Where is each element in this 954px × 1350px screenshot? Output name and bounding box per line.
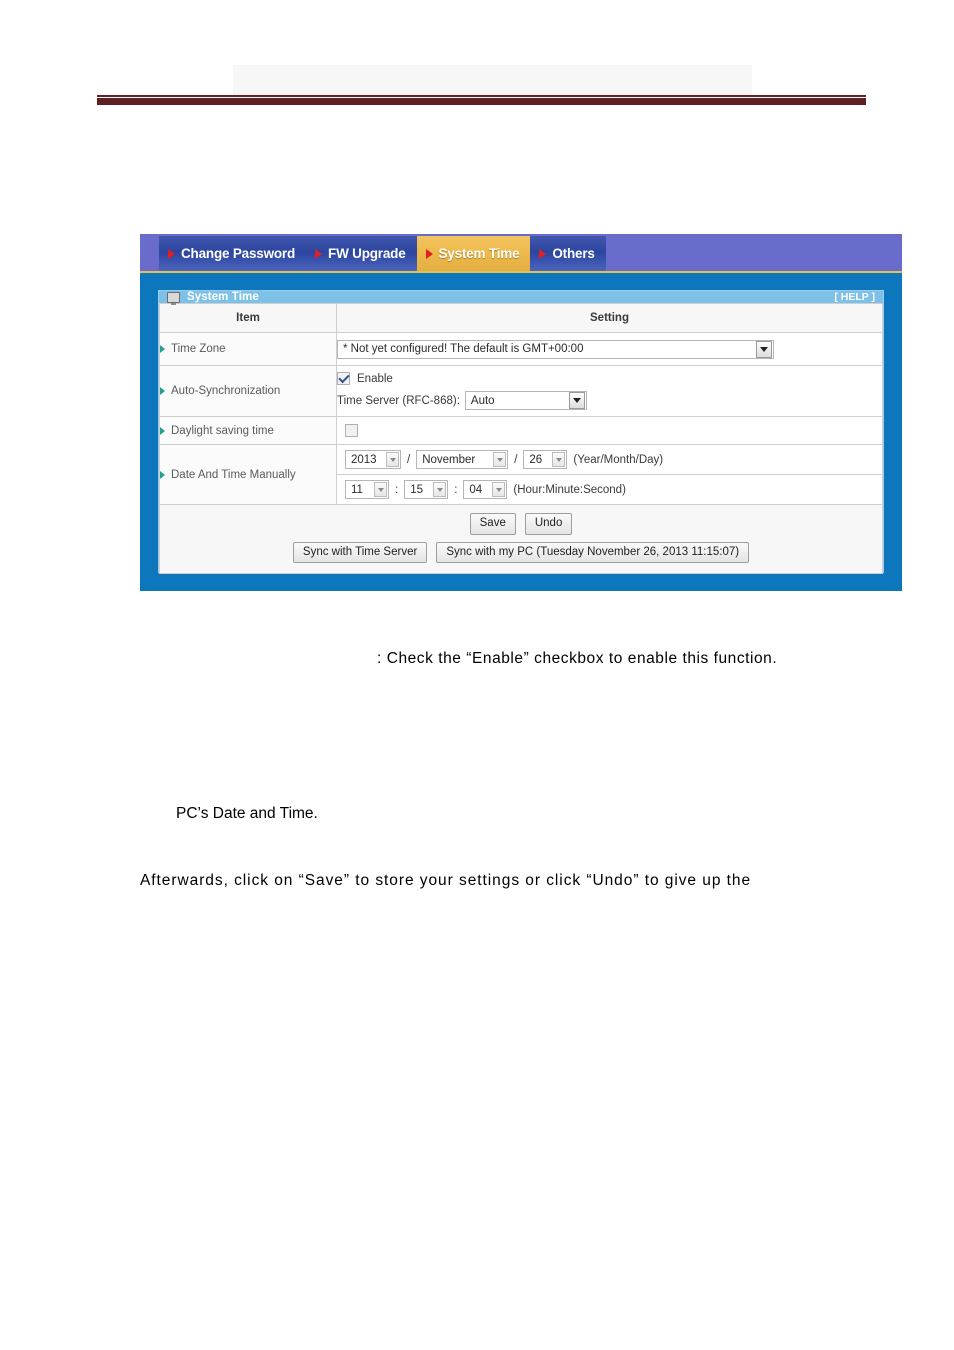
label-text: Daylight saving time <box>171 424 274 437</box>
cell-manual-time: 11 : 15 : 04 (Hour:Minute:Second) <box>336 474 883 505</box>
panel-title: System Time <box>187 291 259 303</box>
date-separator: / <box>514 453 518 466</box>
cell-auto-sync-setting: Enable Time Server (RFC-868): Auto <box>336 365 883 417</box>
save-button[interactable]: Save <box>469 513 516 535</box>
time-separator: : <box>454 483 458 496</box>
time-server-value: Auto <box>470 394 495 407</box>
chevron-down-icon[interactable] <box>386 452 399 467</box>
manual-date-row: 2013 / November / 26 (Year/Month/Day) <box>345 450 874 469</box>
time-format-hint: (Hour:Minute:Second) <box>513 483 626 496</box>
time-server-select[interactable]: Auto <box>464 391 587 410</box>
row-label-daylight-saving-time: Daylight saving time <box>159 416 337 445</box>
minute-value: 15 <box>410 483 423 496</box>
header-rule-thick <box>97 98 866 105</box>
table-row-time-zone: Time Zone * Not yet configured! The defa… <box>159 332 883 366</box>
column-header-setting: Setting <box>336 303 883 333</box>
tab-strip: Change Password FW Upgrade System Time O… <box>140 234 902 273</box>
arrow-right-icon <box>168 248 175 259</box>
column-header-item: Item <box>159 303 337 333</box>
help-link[interactable]: [ HELP ] <box>834 291 875 303</box>
table-row-daylight-saving: Daylight saving time <box>159 416 883 445</box>
auto-sync-enable-checkbox[interactable] <box>337 372 350 385</box>
arrow-right-icon <box>160 345 165 353</box>
label-text: Time Zone <box>171 343 226 355</box>
body-paragraph-3: Afterwards, click on “Save” to store you… <box>140 872 752 889</box>
time-zone-value: * Not yet configured! The default is GMT… <box>343 343 584 355</box>
time-separator: : <box>395 483 399 496</box>
cell-time-zone-setting: * Not yet configured! The default is GMT… <box>336 332 883 366</box>
panel-frame: System Time [ HELP ] Item Setting Time Z… <box>140 273 902 591</box>
label-text: Auto-Synchronization <box>171 385 281 397</box>
tab-change-password[interactable]: Change Password <box>159 236 307 271</box>
auto-sync-enable-label: Enable <box>357 372 393 385</box>
year-value: 2013 <box>351 453 377 466</box>
month-select[interactable]: November <box>416 450 509 469</box>
chevron-down-icon[interactable] <box>493 452 507 467</box>
chevron-down-icon[interactable] <box>374 482 387 497</box>
primary-button-row: Save Undo <box>469 513 573 535</box>
date-format-hint: (Year/Month/Day) <box>573 453 664 466</box>
arrow-right-icon <box>160 426 165 435</box>
time-server-label: Time Server (RFC-868): <box>337 394 460 407</box>
header-rule-thin <box>97 95 866 97</box>
router-ui-screenshot: Change Password FW Upgrade System Time O… <box>140 234 902 608</box>
body-paragraph-1: : Check the “Enable” checkbox to enable … <box>377 650 778 667</box>
cell-manual-date: 2013 / November / 26 (Year/Month/Day) <box>336 444 883 475</box>
sync-with-my-pc-button[interactable]: Sync with my PC (Tuesday November 26, 20… <box>436 541 750 564</box>
month-value: November <box>422 453 476 466</box>
arrow-right-icon <box>160 470 165 479</box>
tab-others[interactable]: Others <box>530 236 606 271</box>
arrow-right-icon <box>315 248 323 259</box>
year-select[interactable]: 2013 <box>345 450 401 469</box>
sync-button-row: Sync with Time Server Sync with my PC (T… <box>292 541 750 564</box>
chevron-down-icon[interactable] <box>433 482 447 497</box>
tab-system-time[interactable]: System Time <box>416 236 531 271</box>
sync-with-time-server-button[interactable]: Sync with Time Server <box>292 541 428 564</box>
body-paragraph-2: PC’s Date and Time. <box>176 805 318 822</box>
arrow-right-icon <box>160 387 165 395</box>
label-text: Date And Time Manually <box>171 468 296 481</box>
tab-label: FW Upgrade <box>328 246 406 261</box>
table-header-row: Item Setting <box>159 303 883 333</box>
hour-select[interactable]: 11 <box>345 480 389 499</box>
date-separator: / <box>407 453 411 466</box>
arrow-right-icon <box>539 248 547 259</box>
hour-value: 11 <box>351 483 363 496</box>
chevron-down-icon[interactable] <box>552 452 566 467</box>
page-header-banner <box>233 65 752 97</box>
time-server-row: Time Server (RFC-868): Auto <box>337 391 882 410</box>
system-time-panel: System Time [ HELP ] Item Setting Time Z… <box>158 290 884 575</box>
second-value: 04 <box>469 483 483 496</box>
panel-button-area: Save Undo Sync with Time Server Sync wit… <box>159 505 883 575</box>
daylight-saving-checkbox[interactable] <box>345 424 358 437</box>
tab-label: System Time <box>438 246 520 261</box>
table-row-manual-date: Date And Time Manually 2013 / November /… <box>159 444 883 505</box>
monitor-icon <box>167 291 180 305</box>
table-row-auto-sync: Auto-Synchronization Enable Time Server … <box>159 365 883 417</box>
auto-sync-enable-row: Enable <box>337 372 882 385</box>
tab-label: Others <box>552 246 595 261</box>
manual-time-row: 11 : 15 : 04 (Hour:Minute:Second) <box>345 480 874 499</box>
undo-button[interactable]: Undo <box>524 513 573 535</box>
chevron-down-icon[interactable] <box>756 340 772 358</box>
settings-table: Item Setting Time Zone * Not yet configu… <box>159 303 883 505</box>
minute-select[interactable]: 15 <box>404 480 449 499</box>
cell-daylight-saving-setting <box>336 416 883 445</box>
day-value: 26 <box>529 453 543 466</box>
row-label-auto-synchronization: Auto-Synchronization <box>159 365 337 417</box>
time-zone-select[interactable]: * Not yet configured! The default is GMT… <box>337 339 774 359</box>
row-label-time-zone: Time Zone <box>159 332 337 366</box>
chevron-down-icon[interactable] <box>568 392 585 409</box>
panel-header: System Time [ HELP ] <box>159 291 883 305</box>
arrow-right-icon <box>425 248 433 259</box>
tab-fw-upgrade[interactable]: FW Upgrade <box>306 236 417 271</box>
chevron-down-icon[interactable] <box>492 482 506 497</box>
day-select[interactable]: 26 <box>523 450 568 469</box>
row-label-date-and-time-manually: Date And Time Manually <box>159 444 337 505</box>
tab-label: Change Password <box>181 246 296 261</box>
second-select[interactable]: 04 <box>463 480 508 499</box>
